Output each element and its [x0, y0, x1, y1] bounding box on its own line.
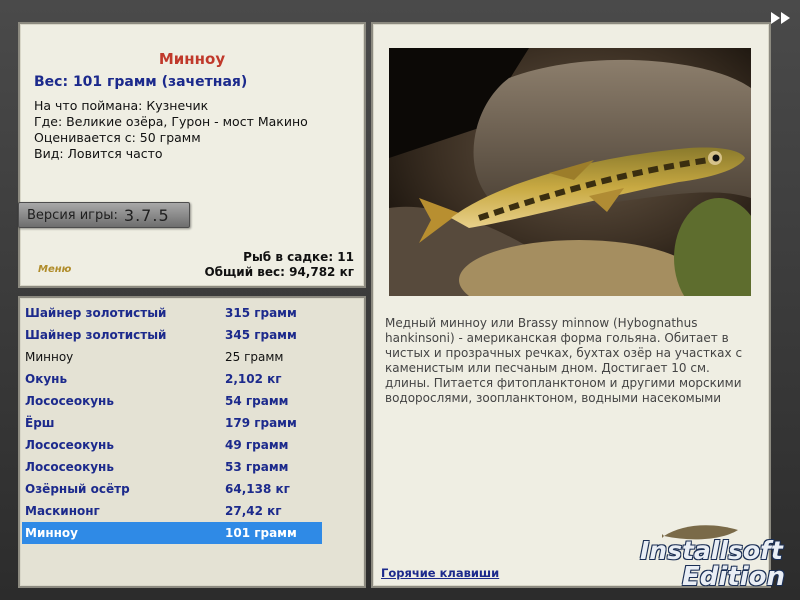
catch-fish-name: Минноу: [25, 526, 78, 540]
watermark-line2: Edition: [682, 562, 785, 592]
catch-fish-name: Лососеокунь: [25, 394, 114, 408]
catch-fish-name: Лососеокунь: [25, 460, 114, 474]
keepnet-count: Рыб в садке: 11: [243, 250, 354, 264]
keepnet-stats: Рыб в садке: 11 Общий вес: 94,782 кг: [204, 250, 354, 280]
catch-list-row[interactable]: Ёрш 179 грамм: [22, 412, 322, 434]
bait-line: На что поймана: Кузнечик: [34, 98, 209, 113]
catch-fish-name: Окунь: [25, 372, 68, 386]
catch-fish-name: Шайнер золотистый: [25, 328, 167, 342]
fish-description: Медный минноу или Brassy minnow (Hybogna…: [385, 316, 743, 405]
catch-fish-name: Лососеокунь: [25, 438, 114, 452]
fish-properties: На что поймана: Кузнечик Где: Великие оз…: [34, 98, 308, 162]
fish-name-title: Минноу: [158, 50, 226, 68]
catch-fish-weight: 53 грамм: [225, 460, 289, 474]
catch-fish-name: Ёрш: [25, 416, 55, 430]
catch-list-row[interactable]: Минноу 25 грамм: [22, 346, 322, 368]
frequency-line: Вид: Ловится часто: [34, 146, 163, 161]
catch-fish-name: Минноу: [25, 350, 74, 364]
catch-fish-weight: 64,138 кг: [225, 482, 290, 496]
version-badge: Версия игры: 3.7.5: [18, 202, 190, 228]
catch-fish-weight: 315 грамм: [225, 306, 297, 320]
installsoft-watermark: Installsoft Edition: [640, 516, 800, 600]
catch-fish-name: Шайнер золотистый: [25, 306, 167, 320]
version-label: Версия игры:: [27, 207, 118, 223]
catch-list-row[interactable]: Шайнер золотистый 315 грамм: [22, 302, 322, 324]
value-line: Оценивается с: 50 грамм: [34, 130, 201, 145]
hotkeys-link[interactable]: Горячие клавиши: [381, 566, 499, 580]
catch-fish-weight: 25 грамм: [225, 350, 284, 364]
catch-list-row[interactable]: Лососеокунь 49 грамм: [22, 434, 322, 456]
catch-list-row[interactable]: Минноу 101 грамм: [22, 522, 322, 544]
catch-fish-weight: 49 грамм: [225, 438, 289, 452]
catch-list-row[interactable]: Окунь 2,102 кг: [22, 368, 322, 390]
fast-forward-icon[interactable]: [770, 10, 792, 29]
fish-info-panel: Минноу Вес: 101 грамм (зачетная) На что …: [18, 22, 366, 288]
catch-list-row[interactable]: Озёрный осётр 64,138 кг: [22, 478, 322, 500]
location-line: Где: Великие озёра, Гурон - мост Макино: [34, 114, 308, 129]
version-number: 3.7.5: [123, 205, 170, 225]
catch-fish-name: Маскинонг: [25, 504, 100, 518]
fish-weight: Вес: 101 грамм (зачетная): [34, 74, 248, 90]
fish-photo: [389, 48, 764, 320]
catch-list-row[interactable]: Шайнер золотистый 345 грамм: [22, 324, 322, 346]
catch-fish-weight: 179 грамм: [225, 416, 297, 430]
catch-list-row[interactable]: Лососеокунь 53 грамм: [22, 456, 322, 478]
catch-list-row[interactable]: Лососеокунь 54 грамм: [22, 390, 322, 412]
keepnet-total-weight: Общий вес: 94,782 кг: [204, 265, 354, 279]
catch-fish-weight: 101 грамм: [225, 526, 297, 540]
catch-list-row[interactable]: Маскинонг 27,42 кг: [22, 500, 322, 522]
fish-detail-panel: Медный минноу или Brassy minnow (Hybogna…: [371, 22, 771, 588]
catch-fish-weight: 27,42 кг: [225, 504, 282, 518]
catch-fish-weight: 345 грамм: [225, 328, 297, 342]
menu-logo[interactable]: Меню: [38, 264, 71, 275]
catch-fish-weight: 54 грамм: [225, 394, 289, 408]
catch-list-panel: Шайнер золотистый 315 грамм Шайнер золотис…: [18, 296, 366, 588]
catch-fish-weight: 2,102 кг: [225, 372, 282, 386]
catch-fish-name: Озёрный осётр: [25, 482, 130, 496]
watermark-line1: Installsoft: [640, 536, 783, 565]
